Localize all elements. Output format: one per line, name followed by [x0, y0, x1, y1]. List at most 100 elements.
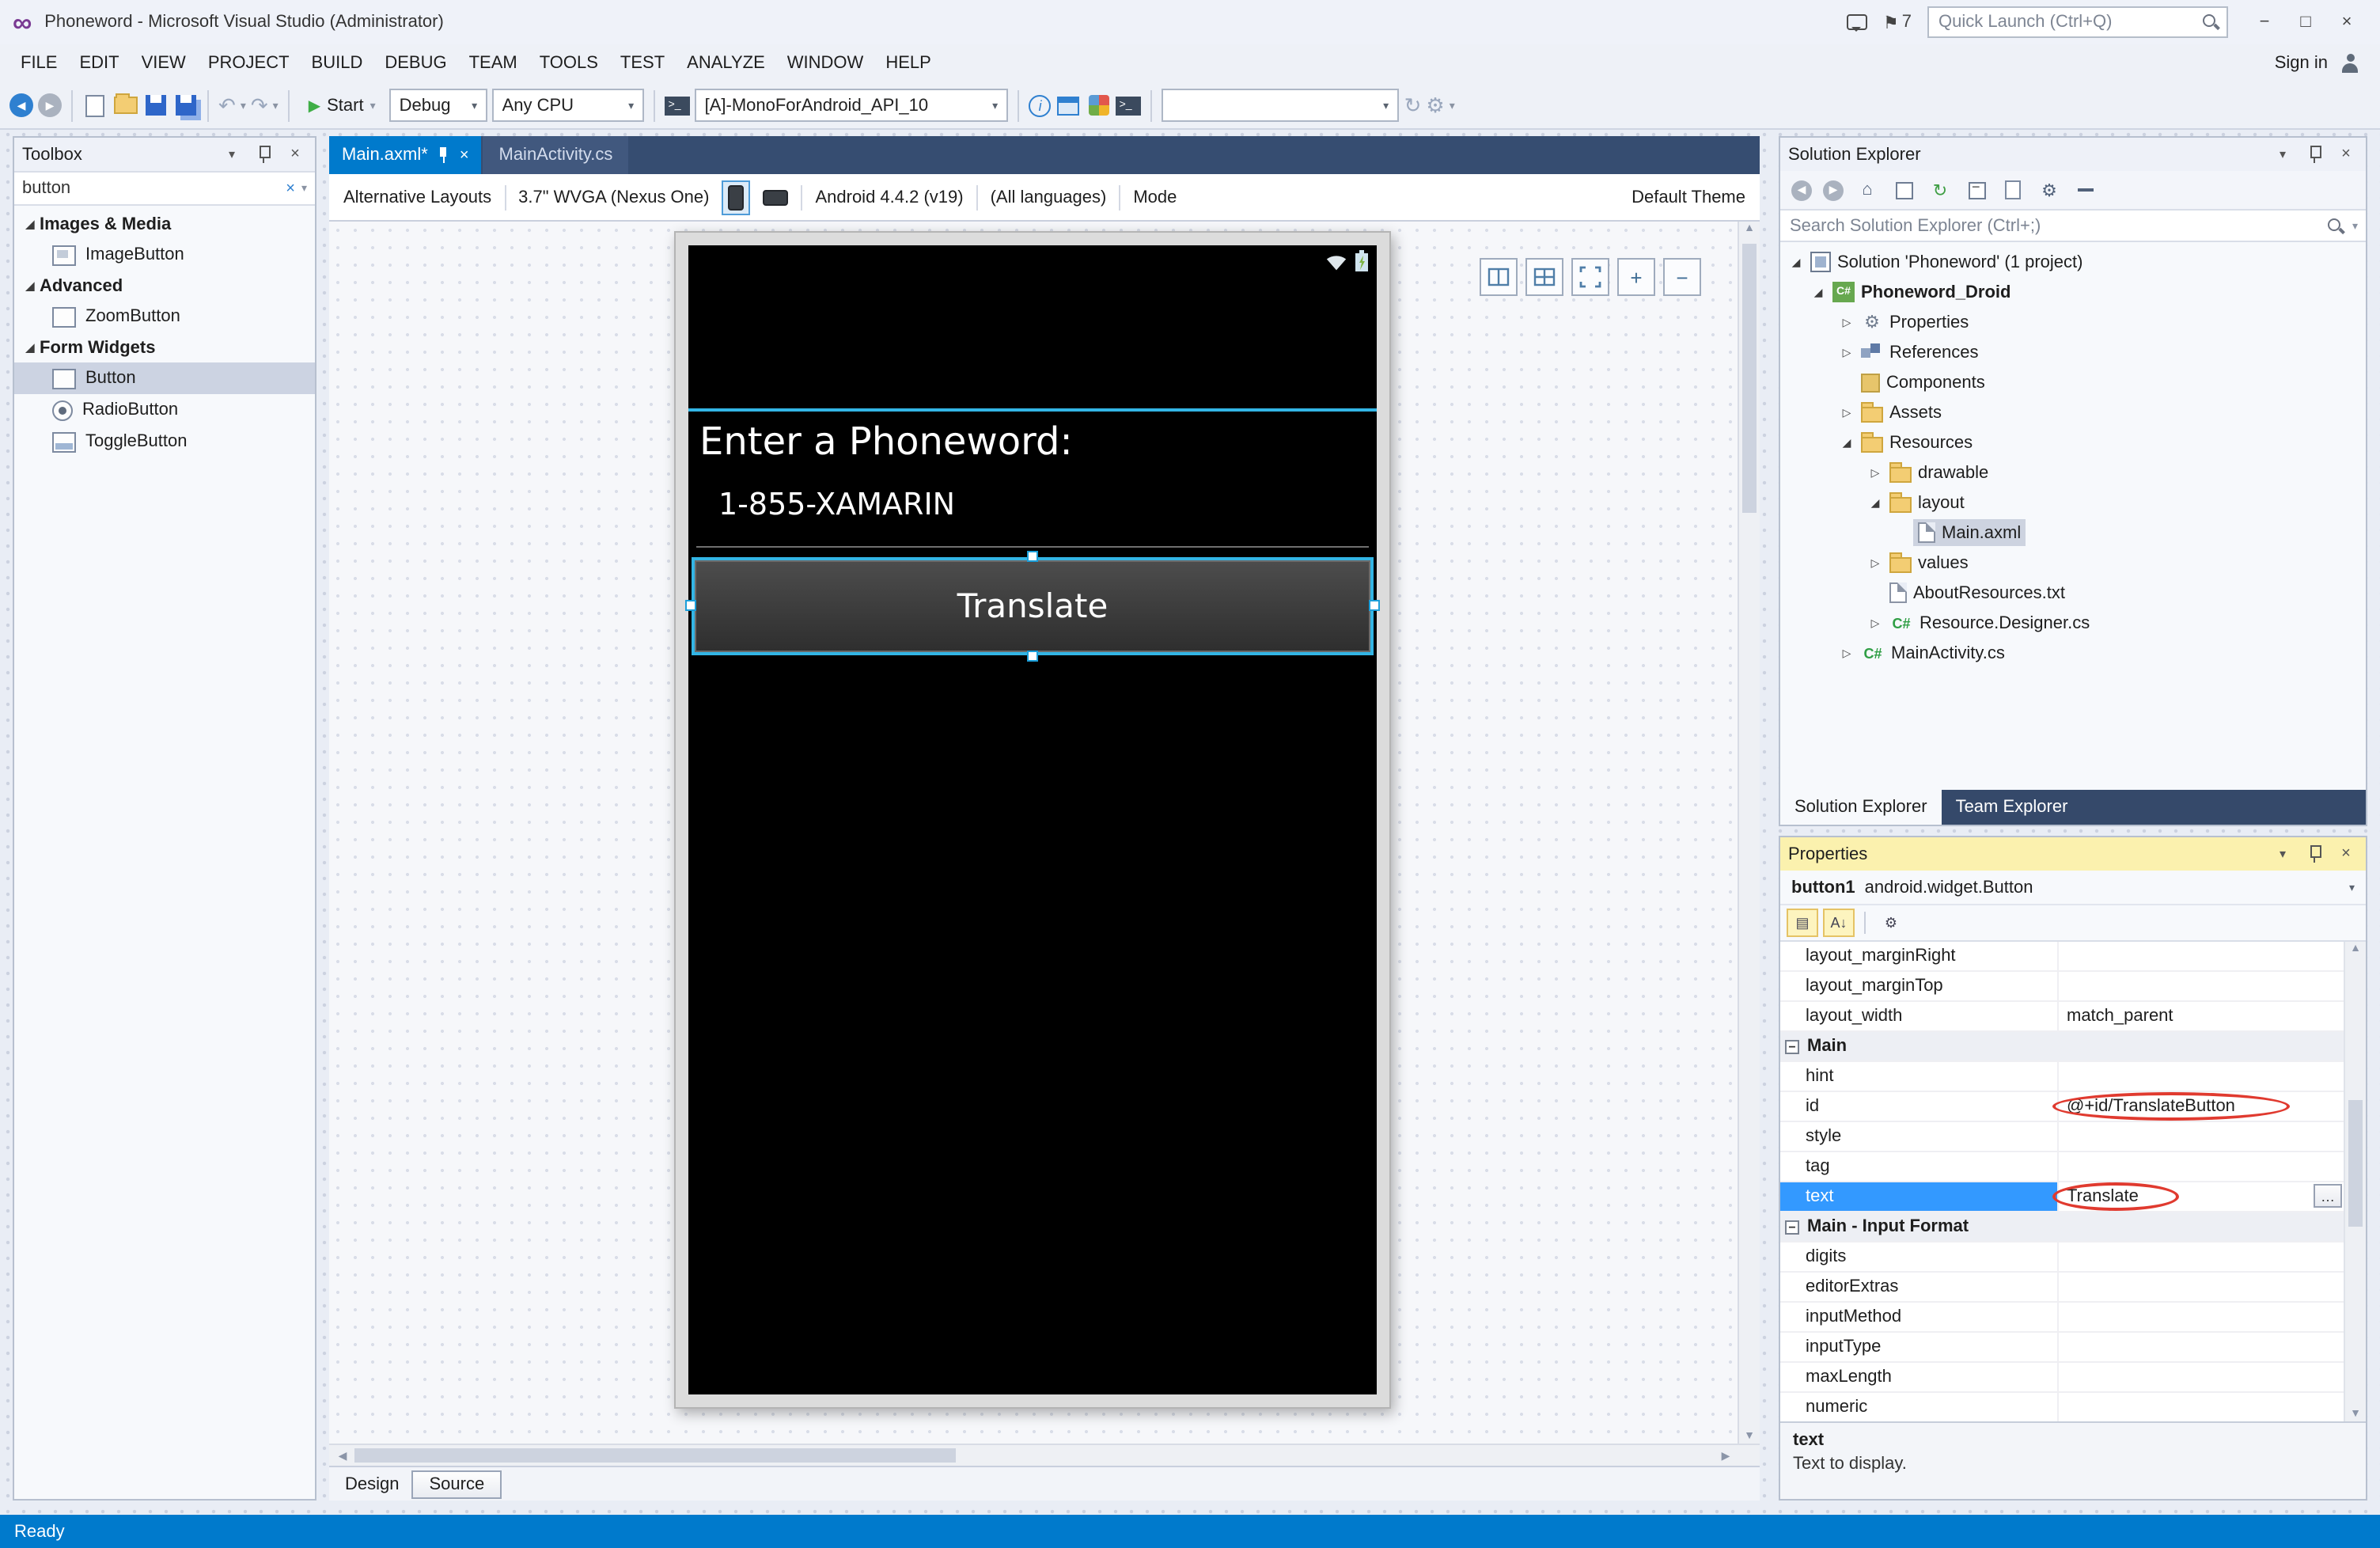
property-row-text[interactable]: text Translate [1780, 1182, 2344, 1212]
quick-launch-input[interactable] [1929, 13, 2201, 32]
tree-item-mainactivity-cs[interactable]: MainActivity.cs [1780, 638, 2366, 668]
home-icon[interactable] [1855, 177, 1880, 203]
tab-mainactivity-cs[interactable]: MainActivity.cs [483, 136, 629, 174]
device-target-combo[interactable]: [A]-MonoForAndroid_API_10 [695, 89, 1009, 122]
device-selector[interactable]: 3.7" WVGA (Nexus One) [518, 188, 709, 207]
scrollbar-thumb[interactable] [1742, 244, 1757, 513]
toolbox-item-button[interactable]: Button [14, 362, 315, 394]
undo-dropdown-icon[interactable] [241, 99, 246, 112]
scroll-down-icon[interactable] [2345, 1409, 2366, 1420]
expanded-icon[interactable] [21, 279, 40, 292]
toolbox-search-input[interactable] [14, 179, 279, 198]
tab-main-axml[interactable]: Main.axml* [329, 136, 482, 174]
toolbox-group-images-media[interactable]: Images & Media [14, 209, 315, 239]
toolbox-item-radiobutton[interactable]: RadioButton [14, 394, 315, 426]
portrait-toggle[interactable] [722, 180, 750, 214]
expanded-icon[interactable] [21, 341, 40, 354]
open-file-icon[interactable] [113, 97, 137, 114]
property-row-editorextras[interactable]: editorExtras [1780, 1273, 2344, 1303]
property-row-maxlength[interactable]: maxLength [1780, 1363, 2344, 1393]
scroll-right-icon[interactable] [1715, 1450, 1736, 1463]
toolbox-search-box[interactable] [14, 171, 315, 206]
menu-build[interactable]: BUILD [301, 44, 374, 82]
property-row-layout-marginright[interactable]: layout_marginRight [1780, 942, 2344, 972]
command-window-icon[interactable] [1116, 96, 1142, 115]
info-icon[interactable] [1029, 94, 1052, 116]
tree-item-assets[interactable]: Assets [1780, 397, 2366, 427]
user-profile-icon[interactable] [2339, 52, 2361, 74]
scrollbar-thumb[interactable] [2348, 1100, 2363, 1227]
toolbox-group-form-widgets[interactable]: Form Widgets [14, 332, 315, 362]
zoom-in-button[interactable] [1617, 258, 1655, 296]
expanded-icon[interactable] [1809, 286, 1828, 298]
resize-handle-right[interactable] [1369, 600, 1380, 611]
save-all-icon[interactable] [175, 95, 195, 116]
expanded-icon[interactable] [1866, 496, 1885, 509]
properties-gear-icon[interactable] [2037, 177, 2062, 203]
sign-in-link[interactable]: Sign in [2275, 54, 2328, 73]
scroll-down-icon[interactable] [1739, 1431, 1760, 1442]
tree-item-aboutresources-txt[interactable]: AboutResources.txt [1780, 578, 2366, 608]
property-row-hint[interactable]: hint [1780, 1062, 2344, 1092]
resize-handle-left[interactable] [685, 600, 696, 611]
solution-search-input[interactable] [1780, 216, 2327, 235]
tab-solution-explorer[interactable]: Solution Explorer [1780, 790, 1942, 825]
extensions-icon[interactable] [1089, 95, 1109, 116]
menu-tools[interactable]: TOOLS [529, 44, 609, 82]
redo-dropdown-icon[interactable] [273, 99, 279, 112]
property-row-inputtype[interactable]: inputType [1780, 1333, 2344, 1363]
start-debug-button[interactable]: Start [299, 88, 385, 123]
undo-icon[interactable] [218, 93, 236, 118]
tree-item-phoneword-droid[interactable]: Phoneword_Droid [1780, 277, 2366, 307]
menu-project[interactable]: PROJECT [197, 44, 301, 82]
resize-handle-bottom[interactable] [1026, 651, 1037, 662]
tree-item-main-axml[interactable]: Main.axml [1780, 518, 2366, 548]
forward-icon[interactable] [1823, 180, 1844, 200]
property-row-digits[interactable]: digits [1780, 1243, 2344, 1273]
scroll-up-icon[interactable] [2345, 943, 2366, 954]
layout-window-icon[interactable] [1058, 96, 1080, 115]
chevron-down-icon[interactable] [301, 182, 315, 195]
design-surface[interactable]: Enter a Phoneword: 1-855-XAMARIN Transla… [329, 222, 1760, 1444]
expanded-icon[interactable] [1787, 256, 1806, 268]
sync-icon[interactable] [1927, 177, 1953, 203]
menu-edit[interactable]: EDIT [68, 44, 130, 82]
toolbox-item-togglebutton[interactable]: ToggleButton [14, 426, 315, 457]
chevron-down-icon[interactable] [2352, 219, 2366, 232]
window-position-icon[interactable] [2271, 842, 2295, 866]
collapse-category-icon[interactable] [1785, 1039, 1799, 1053]
vertical-scrollbar[interactable] [1738, 222, 1760, 1444]
close-icon[interactable] [2334, 842, 2358, 866]
object-selector[interactable]: button1 android.widget.Button [1780, 871, 2366, 905]
text-value[interactable]: Translate [2067, 1187, 2139, 1206]
collapsed-icon[interactable] [1866, 617, 1885, 629]
category-row-main[interactable]: Main [1780, 1032, 2344, 1062]
scrollbar-thumb[interactable] [354, 1448, 956, 1463]
navigate-back-icon[interactable] [9, 93, 33, 117]
property-row-layout-width[interactable]: layout_widthmatch_parent [1780, 1002, 2344, 1032]
pin-icon[interactable] [2307, 144, 2321, 165]
toolbox-item-imagebutton[interactable]: ImageButton [14, 239, 315, 271]
save-icon[interactable] [145, 95, 165, 116]
collapsed-icon[interactable] [1837, 316, 1856, 328]
feedback-icon[interactable] [1847, 14, 1867, 30]
id-value[interactable]: @+id/TranslateButton [2067, 1097, 2235, 1116]
landscape-toggle[interactable] [763, 189, 788, 205]
tree-item-drawable[interactable]: drawable [1780, 457, 2366, 488]
notifications-flag[interactable]: 7 [1883, 12, 1912, 32]
property-pages-button[interactable] [1875, 909, 1907, 937]
property-row-numeric[interactable]: numeric [1780, 1393, 2344, 1421]
property-row-style[interactable]: style [1780, 1122, 2344, 1152]
redo-icon[interactable] [251, 93, 268, 118]
scroll-left-icon[interactable] [332, 1450, 353, 1463]
android-version-selector[interactable]: Android 4.4.2 (v19) [815, 188, 963, 207]
toolbox-group-advanced[interactable]: Advanced [14, 271, 315, 301]
device-screen[interactable]: Enter a Phoneword: 1-855-XAMARIN Transla… [688, 245, 1377, 1394]
tree-item-solution[interactable]: Solution 'Phoneword' (1 project) [1780, 247, 2366, 277]
zoom-out-button[interactable] [1663, 258, 1701, 296]
menu-file[interactable]: FILE [9, 44, 68, 82]
collapsed-icon[interactable] [1837, 647, 1856, 659]
close-icon[interactable] [283, 142, 307, 166]
design-tab[interactable]: Design [345, 1474, 400, 1493]
clear-search-icon[interactable] [279, 180, 301, 197]
